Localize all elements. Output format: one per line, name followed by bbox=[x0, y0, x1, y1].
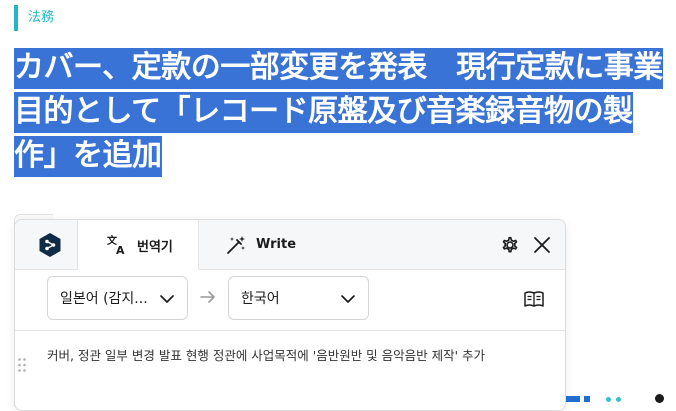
partial-logo-fragment bbox=[584, 396, 590, 402]
partial-logo-fragment bbox=[616, 397, 621, 402]
chevron-down-icon bbox=[160, 295, 174, 303]
language-selector-row: 일본어 (감지... 한국어 bbox=[15, 270, 565, 331]
gear-icon[interactable] bbox=[498, 233, 522, 257]
tab-translator[interactable]: 文 A 번역기 bbox=[77, 220, 199, 270]
source-language-value: 일본어 (감지... bbox=[60, 291, 148, 307]
source-language-select[interactable]: 일본어 (감지... bbox=[47, 276, 188, 320]
drag-handle-icon[interactable] bbox=[17, 357, 27, 373]
deepl-logo-icon[interactable] bbox=[37, 232, 63, 258]
chevron-down-icon bbox=[341, 295, 355, 303]
selected-headline-text: カバー、定款の一部変更を発表 現行定款に事業目的として「レコード原盤及び音楽録音… bbox=[14, 48, 663, 177]
translator-tab-bar: 文 A 번역기 Write bbox=[15, 220, 565, 270]
glossary-book-icon[interactable] bbox=[523, 288, 545, 310]
tab-write[interactable]: Write bbox=[199, 220, 317, 269]
article-headline: カバー、定款の一部変更を発表 現行定款に事業目的として「レコード原盤及び音楽録音… bbox=[14, 46, 664, 178]
target-language-value: 한국어 bbox=[241, 291, 280, 307]
target-language-select[interactable]: 한국어 bbox=[228, 276, 369, 320]
partial-logo-fragment bbox=[655, 394, 664, 403]
close-icon[interactable] bbox=[531, 234, 553, 256]
partial-logo-fragment bbox=[566, 396, 580, 402]
arrow-right-icon bbox=[200, 291, 215, 303]
category-label[interactable]: 法務 bbox=[14, 5, 54, 31]
translation-result-text: 커버, 정관 일부 변경 발표 현행 정관에 사업목적에 '음반원반 및 음악음… bbox=[47, 348, 486, 363]
svg-text:A: A bbox=[116, 244, 125, 256]
tab-write-label: Write bbox=[256, 237, 297, 252]
translate-icon: 文 A bbox=[107, 234, 125, 256]
translator-popup: 文 A 번역기 Write 일본어 (감지... 한국어 커버, 정관 일부 변… bbox=[14, 219, 566, 411]
tab-translator-label: 번역기 bbox=[137, 239, 173, 255]
magic-wand-icon bbox=[227, 235, 245, 254]
partial-logo-fragment bbox=[606, 397, 611, 402]
